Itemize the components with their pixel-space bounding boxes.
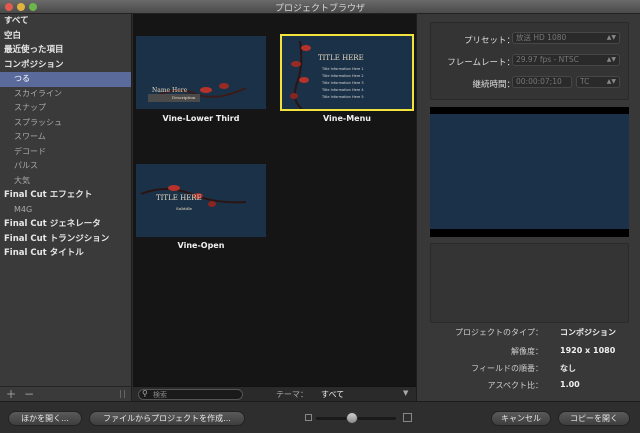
thumb-subtitle: Subtitle xyxy=(176,206,193,211)
cancel-button[interactable]: キャンセル xyxy=(491,411,551,426)
preset-popup[interactable]: 放送 HD 1080 ▲▼ xyxy=(512,32,620,44)
sidebar-item[interactable]: Final Cut エフェクト xyxy=(0,188,131,203)
updown-icon: ▲▼ xyxy=(606,34,616,41)
browser-toolbar: ⚲ 検索 テーマ： すべて ▼ xyxy=(133,386,416,401)
thumb-title: Name Here xyxy=(152,87,188,94)
sidebar-item[interactable]: スワーム xyxy=(0,130,131,145)
thumb-title: TITLE HERE xyxy=(156,194,202,202)
updown-icon: ▲▼ xyxy=(606,78,616,85)
duration-label: 継続時間： xyxy=(472,80,515,90)
thumb-subtitle: Description xyxy=(172,95,196,100)
search-placeholder: 検索 xyxy=(153,391,167,399)
duration-field[interactable]: 00:00:07;10 xyxy=(512,76,572,88)
title-bar: プロジェクトブラウザ xyxy=(0,0,640,14)
sidebar-item[interactable]: スナップ xyxy=(0,101,131,116)
thumb-menu-list: Title Information Here 1 Title Informatio… xyxy=(322,66,364,101)
preset-label: プリセット： xyxy=(463,36,515,46)
sidebar-item[interactable]: スカイライン xyxy=(0,87,131,102)
zoom-slider-knob[interactable] xyxy=(346,412,358,424)
sidebar-item[interactable]: Final Cut トランジション xyxy=(0,232,131,247)
sidebar-item[interactable]: つる xyxy=(0,72,131,87)
template-thumbnail[interactable]: Name Here Description xyxy=(136,36,266,109)
thumb-menu-item: Title Information Here 3 xyxy=(322,81,364,85)
footer-bar: ほかを開く... ファイルからプロジェクトを作成... キャンセル コピーを開く xyxy=(0,401,640,433)
resize-handle-icon[interactable] xyxy=(120,390,125,398)
create-from-file-button[interactable]: ファイルからプロジェクトを作成... xyxy=(89,411,245,426)
settings-section: プリセット： 放送 HD 1080 ▲▼ フレームレート： 29.97 fps … xyxy=(430,22,629,100)
chevron-down-icon[interactable]: ▼ xyxy=(403,389,408,397)
sidebar-item[interactable]: パルス xyxy=(0,159,131,174)
sidebar-item[interactable]: すべて xyxy=(0,14,131,29)
template-name[interactable]: Vine-Menu xyxy=(282,114,412,123)
thumb-menu-item: Title Information Here 4 xyxy=(322,88,364,92)
sidebar-item[interactable]: Final Cut ジェネレータ xyxy=(0,217,131,232)
preset-value: 放送 HD 1080 xyxy=(516,33,567,42)
template-thumbnail-selected[interactable]: TITLE HERE Title Information Here 1 Title… xyxy=(280,34,414,111)
aspect-ratio-value: 1.00 xyxy=(560,380,580,389)
category-sidebar: すべて 空白 最近使った項目 コンポジション つる スカイライン スナップ スプラッシュ スワー… xyxy=(0,14,132,386)
duration-unit-value: TC xyxy=(580,77,590,86)
sidebar-item[interactable]: M4G xyxy=(0,203,131,218)
aspect-ratio-label: アスペクト比： xyxy=(487,381,543,390)
search-field[interactable]: ⚲ 検索 xyxy=(138,389,243,400)
project-info-section: プロジェクトのタイプ： コンポジション 解像度： 1920 x 1080 フィー… xyxy=(430,323,629,395)
remove-category-button[interactable]: − xyxy=(22,388,36,400)
open-other-button[interactable]: ほかを開く... xyxy=(8,411,82,426)
search-icon: ⚲ xyxy=(142,389,148,398)
framerate-label: フレームレート： xyxy=(447,58,515,68)
project-type-value: コンポジション xyxy=(560,328,616,337)
sidebar-item[interactable]: 大気 xyxy=(0,174,131,189)
thumb-menu-item: Title Information Here 1 xyxy=(322,67,364,71)
preview-blank-area xyxy=(430,243,629,323)
framerate-value: 29.97 fps - NTSC xyxy=(516,55,579,64)
window-title: プロジェクトブラウザ xyxy=(274,4,365,14)
thumb-title: TITLE HERE xyxy=(318,54,364,62)
template-thumbnail[interactable]: TITLE HERE Subtitle xyxy=(136,164,266,237)
inspector-panel: プリセット： 放送 HD 1080 ▲▼ フレームレート： 29.97 fps … xyxy=(416,14,640,401)
preview-image xyxy=(430,114,629,229)
field-order-value: なし xyxy=(560,364,576,373)
template-name[interactable]: Vine-Lower Third xyxy=(136,114,266,123)
template-name[interactable]: Vine-Open xyxy=(136,241,266,250)
add-category-button[interactable]: + xyxy=(4,388,18,400)
framerate-popup[interactable]: 29.97 fps - NTSC ▲▼ xyxy=(512,54,620,66)
thumb-menu-item: Title Information Here 5 xyxy=(322,95,364,99)
thumb-menu-item: Title Information Here 2 xyxy=(322,74,364,78)
resolution-label: 解像度： xyxy=(511,347,543,356)
zoom-out-icon xyxy=(305,414,312,421)
sidebar-toolbar: + − xyxy=(0,386,132,401)
open-copy-button[interactable]: コピーを開く xyxy=(558,411,630,426)
updown-icon: ▲▼ xyxy=(606,56,616,63)
project-type-label: プロジェクトのタイプ： xyxy=(455,328,543,337)
sidebar-item[interactable]: スプラッシュ xyxy=(0,116,131,131)
sidebar-item[interactable]: コンポジション xyxy=(0,58,131,73)
theme-select[interactable]: すべて xyxy=(321,389,344,400)
zoom-in-icon xyxy=(403,413,412,422)
preview-viewer xyxy=(430,107,629,237)
resolution-value: 1920 x 1080 xyxy=(560,346,616,355)
theme-label: テーマ： xyxy=(276,390,308,399)
field-order-label: フィールドの順番： xyxy=(471,364,543,373)
duration-unit-popup[interactable]: TC ▲▼ xyxy=(576,76,620,88)
sidebar-item[interactable]: デコード xyxy=(0,145,131,160)
sidebar-item[interactable]: Final Cut タイトル xyxy=(0,246,131,261)
template-browser: Name Here Description Vine-Lower Third T… xyxy=(133,14,416,386)
sidebar-item[interactable]: 空白 xyxy=(0,29,131,44)
sidebar-item[interactable]: 最近使った項目 xyxy=(0,43,131,58)
